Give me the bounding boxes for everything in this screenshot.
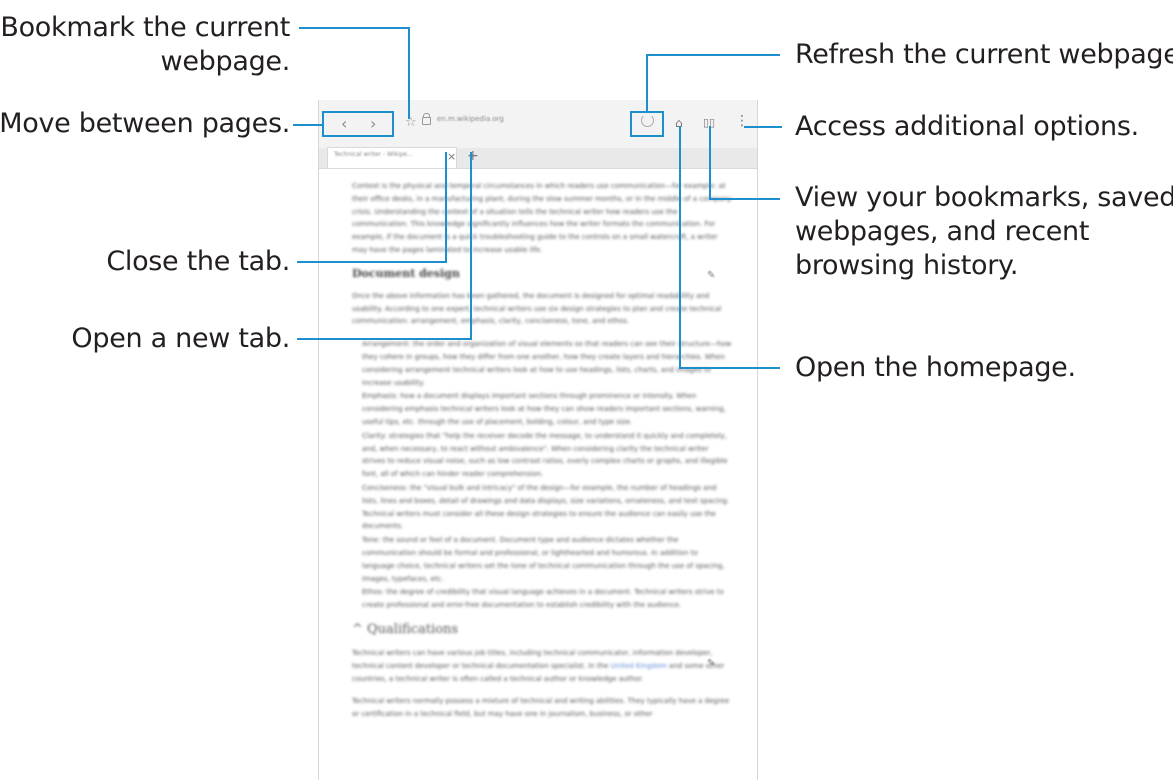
list-item-tone: Tone: the sound or feel of a document. D… bbox=[362, 536, 725, 583]
close-tab-icon[interactable]: × bbox=[447, 150, 456, 164]
list-item-clarity: Clarity: strategies that "help the recei… bbox=[362, 431, 728, 479]
bookmark-star-icon[interactable]: ☆ bbox=[405, 114, 417, 132]
callout-line bbox=[709, 126, 711, 200]
browser-screen: ‹ › ☆ en.m.wikipedia.org ⌂ ▯▯ ⋮ Technica… bbox=[318, 100, 758, 780]
callout-options: Access additional options. bbox=[795, 111, 1139, 142]
callout-line bbox=[297, 261, 447, 263]
callout-line bbox=[297, 338, 472, 340]
callout-bookmarks-line1: View your bookmarks, saved bbox=[795, 182, 1173, 213]
qualifications-para-1: Technical writers can have various job t… bbox=[352, 647, 732, 685]
url-bar[interactable]: en.m.wikipedia.org bbox=[437, 115, 504, 123]
callout-bookmarks-line3: browsing history. bbox=[795, 250, 1019, 281]
united-kingdom-link[interactable]: United Kingdom bbox=[611, 662, 667, 670]
callout-line bbox=[293, 124, 322, 126]
list-item-conciseness: Conciseness: the "visual bulk and intric… bbox=[362, 483, 730, 531]
callout-line bbox=[709, 198, 780, 200]
list-item-emphasis: Emphasis: how a document displays import… bbox=[362, 392, 726, 426]
callout-line bbox=[744, 126, 782, 128]
callout-line bbox=[299, 27, 410, 29]
callout-line bbox=[646, 54, 780, 56]
callout-move-pages: Move between pages. bbox=[0, 108, 290, 139]
callout-refresh: Refresh the current webpage. bbox=[795, 39, 1173, 70]
edit-section-icon[interactable]: ✎ bbox=[707, 270, 715, 281]
lock-icon bbox=[422, 113, 431, 125]
callout-bookmarks-view: View your bookmarks, saved webpages, and… bbox=[795, 181, 1173, 283]
callout-line bbox=[679, 367, 780, 369]
callout-line bbox=[445, 152, 447, 263]
callout-close-tab: Close the tab. bbox=[106, 246, 290, 277]
design-strategies-list: Arrangement: the order and organization … bbox=[352, 338, 732, 612]
list-item-arrangement: Arrangement: the order and organization … bbox=[362, 340, 732, 387]
browser-tab[interactable]: Technical writer - Wikipe... × bbox=[327, 147, 457, 168]
section-heading-document-design: Document design bbox=[352, 266, 460, 280]
callout-line bbox=[646, 54, 648, 111]
list-item-ethos: Ethos: the degree of credibility that vi… bbox=[362, 588, 724, 610]
section-heading-qualifications[interactable]: ^ Qualifications bbox=[352, 622, 732, 637]
article-intro: Context is the physical and temporal cir… bbox=[352, 182, 732, 254]
refresh-highlight bbox=[630, 111, 664, 137]
callout-new-tab: Open a new tab. bbox=[71, 323, 290, 354]
callout-bookmark-line2: webpage. bbox=[160, 46, 291, 77]
callout-line bbox=[408, 27, 410, 119]
nav-buttons-highlight bbox=[322, 111, 394, 137]
tab-title: Technical writer - Wikipe... bbox=[334, 151, 413, 158]
callout-line bbox=[470, 152, 472, 340]
edit-section-icon[interactable]: ✎ bbox=[707, 658, 715, 669]
callout-line bbox=[679, 126, 681, 369]
callout-homepage: Open the homepage. bbox=[795, 352, 1076, 383]
callout-bookmarks-line2: webpages, and recent bbox=[795, 216, 1090, 247]
callout-bookmark: Bookmark the current webpage. bbox=[0, 11, 290, 79]
new-tab-icon[interactable]: + bbox=[467, 147, 479, 165]
callout-bookmark-line1: Bookmark the current bbox=[0, 12, 290, 43]
section-intro: Once the above information has been gath… bbox=[352, 291, 722, 326]
qualifications-para-2: Technical writers normally possess a mix… bbox=[352, 697, 730, 719]
